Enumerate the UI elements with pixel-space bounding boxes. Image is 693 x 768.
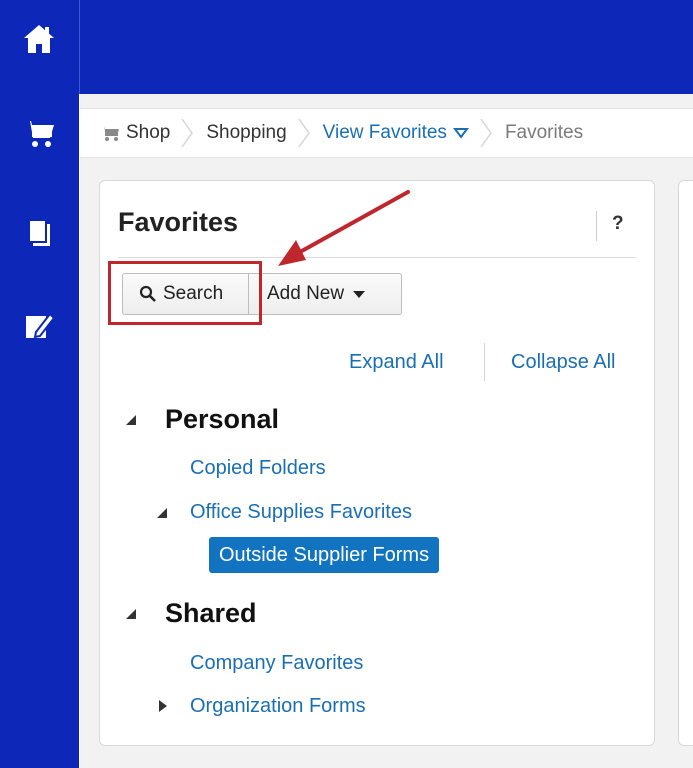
chevron-right-icon [480, 118, 492, 148]
top-bar [79, 0, 693, 94]
tree-expanded-icon[interactable] [125, 607, 139, 621]
collapse-all-link[interactable]: Collapse All [511, 351, 616, 374]
breadcrumb-shop[interactable]: Shop [100, 122, 170, 144]
breadcrumb-shopping[interactable]: Shopping [206, 122, 286, 144]
favorites-panel: Favorites ? Search Add New Expand All Co… [99, 180, 655, 746]
breadcrumb-view-favorites-label: View Favorites [322, 122, 447, 143]
divider [484, 343, 485, 381]
page-title: Favorites [118, 207, 239, 237]
help-button[interactable]: ? [612, 213, 624, 235]
documents-icon[interactable] [22, 216, 56, 250]
home-icon[interactable] [22, 22, 56, 56]
breadcrumb-shopping-label: Shopping [206, 122, 287, 143]
breadcrumb-favorites-label: Favorites [504, 122, 584, 143]
side-panel [678, 180, 693, 746]
tree-item-outside-supplier-forms[interactable]: Outside Supplier Forms [209, 537, 440, 573]
tree-item-organization-forms[interactable]: Organization Forms [190, 695, 366, 718]
tree-item-office-supplies-favorites[interactable]: Office Supplies Favorites [190, 501, 412, 524]
add-new-button[interactable]: Add New [248, 273, 402, 315]
nav-rail [0, 0, 79, 768]
tree-expanded-icon[interactable] [156, 506, 170, 520]
tree-item-company-favorites[interactable]: Company Favorites [190, 652, 363, 675]
chevron-down-icon [452, 128, 469, 139]
edit-icon[interactable] [22, 308, 56, 342]
breadcrumb-shop-label: Shop [126, 122, 171, 143]
cart-icon[interactable] [22, 116, 56, 150]
divider [118, 257, 636, 258]
chevron-right-icon [298, 118, 310, 148]
cart-icon [100, 126, 119, 141]
breadcrumb-favorites: Favorites [505, 122, 583, 144]
breadcrumb: Shop Shopping View Favorites Favorites [80, 108, 693, 158]
annotation-highlight-box [108, 261, 262, 325]
tree-group-personal: Personal [165, 404, 280, 434]
expand-all-link[interactable]: Expand All [349, 351, 444, 374]
tree-collapsed-icon[interactable] [156, 699, 170, 713]
breadcrumb-view-favorites[interactable]: View Favorites [323, 122, 469, 144]
add-new-button-label: Add New [267, 283, 345, 304]
caret-down-icon [353, 291, 366, 298]
tree-group-shared: Shared [165, 598, 257, 628]
chevron-right-icon [181, 118, 194, 148]
tree-item-copied-folders[interactable]: Copied Folders [190, 457, 326, 480]
tree-expanded-icon[interactable] [125, 413, 139, 427]
divider [596, 211, 597, 241]
